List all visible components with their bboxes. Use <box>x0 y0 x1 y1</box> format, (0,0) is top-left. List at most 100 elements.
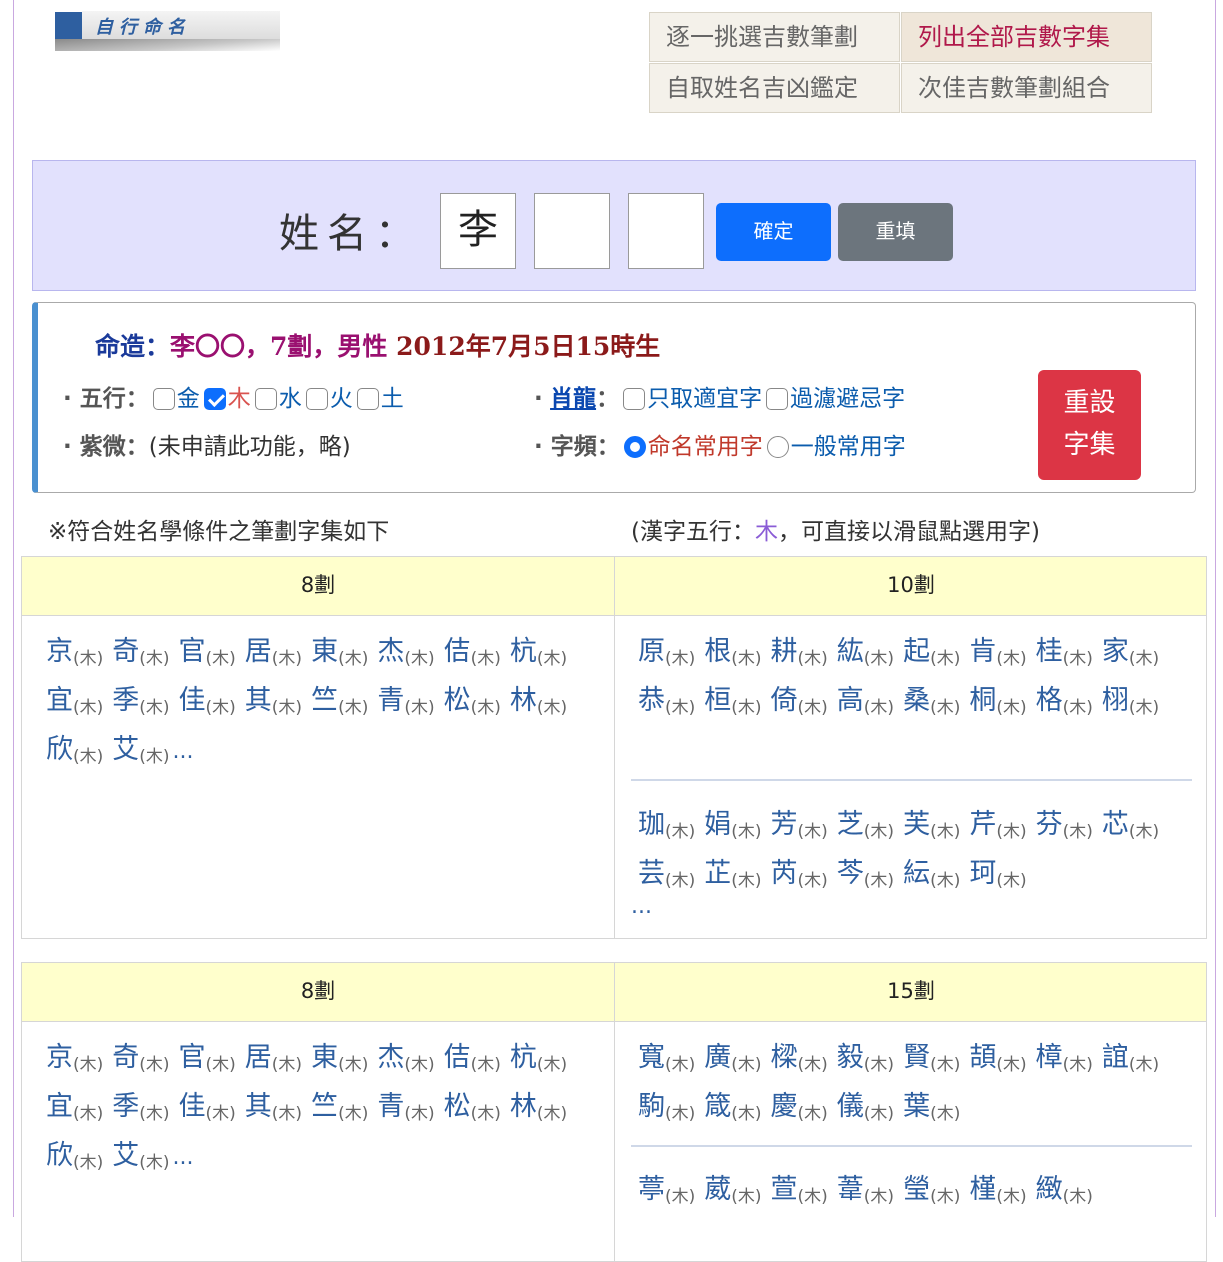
refill-button[interactable]: 重填 <box>838 203 953 261</box>
char-option[interactable]: 誼(木) <box>1102 1037 1159 1086</box>
char-option[interactable]: 京(木) <box>46 631 103 680</box>
char-option[interactable]: 紘(木) <box>837 631 894 680</box>
confirm-button[interactable]: 確定 <box>716 203 831 261</box>
char-option[interactable]: 桐(木) <box>969 680 1026 729</box>
frequency-general-label[interactable]: 一般常用字 <box>791 434 906 460</box>
char-option[interactable]: 林(木) <box>510 680 567 729</box>
char-option[interactable]: 耕(木) <box>771 631 828 680</box>
char-option[interactable]: 松(木) <box>444 1086 501 1135</box>
char-option[interactable]: 季(木) <box>112 1086 169 1135</box>
char-option[interactable]: 根(木) <box>704 631 761 680</box>
char-option[interactable]: 萱(木) <box>771 1169 828 1218</box>
char-option[interactable]: 肯(木) <box>969 631 1026 680</box>
char-option[interactable]: 珈(木) <box>638 804 695 853</box>
char-option[interactable]: 佳(木) <box>179 680 236 729</box>
char-option[interactable]: 林(木) <box>510 1086 567 1135</box>
char-option[interactable]: 槿(木) <box>969 1169 1026 1218</box>
char-option[interactable]: 樟(木) <box>1036 1037 1093 1086</box>
char-option[interactable]: 廣(木) <box>704 1037 761 1086</box>
wuxing-earth-label[interactable]: 土 <box>381 386 404 412</box>
wuxing-water-checkbox[interactable] <box>254 388 277 410</box>
char-option[interactable]: 杰(木) <box>377 1037 434 1086</box>
char-option[interactable]: 葶(木) <box>638 1169 695 1218</box>
char-option[interactable]: 緻(木) <box>1036 1169 1093 1218</box>
wuxing-wood-checkbox[interactable] <box>203 388 226 410</box>
char-option[interactable]: 杰(木) <box>377 631 434 680</box>
char-option[interactable]: 箴(木) <box>704 1086 761 1135</box>
char-option[interactable]: 宜(木) <box>46 1086 103 1135</box>
char-option[interactable]: 欣(木) <box>46 1135 103 1184</box>
tab-name-evaluation[interactable]: 自取姓名吉凶鑑定 <box>649 63 900 113</box>
wuxing-wood-label[interactable]: 木 <box>228 386 251 412</box>
char-option[interactable]: 佶(木) <box>444 631 501 680</box>
char-option[interactable]: 東(木) <box>311 1037 368 1086</box>
wuxing-metal-label[interactable]: 金 <box>177 386 200 412</box>
char-option[interactable]: 格(木) <box>1036 680 1093 729</box>
char-option[interactable]: 頡(木) <box>969 1037 1026 1086</box>
char-option[interactable]: 竺(木) <box>311 680 368 729</box>
char-option[interactable]: 松(木) <box>444 680 501 729</box>
char-option[interactable]: 杭(木) <box>510 1037 567 1086</box>
frequency-naming-label[interactable]: 命名常用字 <box>648 434 763 460</box>
char-option[interactable]: 起(木) <box>903 631 960 680</box>
more-link[interactable]: ... <box>173 739 194 764</box>
wuxing-fire-label[interactable]: 火 <box>330 386 353 412</box>
char-option[interactable]: 芯(木) <box>1102 804 1159 853</box>
char-option[interactable]: 芷(木) <box>704 853 761 902</box>
frequency-general-radio[interactable] <box>766 436 789 458</box>
char-option[interactable]: 栩(木) <box>1102 680 1159 729</box>
site-logo[interactable]: 自行命名 <box>55 11 280 51</box>
char-option[interactable]: 艾(木) <box>112 1135 169 1184</box>
given-name-1-input[interactable] <box>534 193 610 269</box>
char-option[interactable]: 艾(木) <box>112 729 169 778</box>
char-option[interactable]: 芙(木) <box>903 804 960 853</box>
zodiac-suitable-checkbox[interactable] <box>623 388 646 410</box>
char-option[interactable]: 桓(木) <box>704 680 761 729</box>
char-option[interactable]: 季(木) <box>112 680 169 729</box>
char-option[interactable]: 倚(木) <box>771 680 828 729</box>
char-option[interactable]: 青(木) <box>377 680 434 729</box>
char-option[interactable]: 毅(木) <box>837 1037 894 1086</box>
char-option[interactable]: 原(木) <box>638 631 695 680</box>
char-option[interactable]: 樑(木) <box>771 1037 828 1086</box>
char-option[interactable]: 儀(木) <box>837 1086 894 1135</box>
char-option[interactable]: 其(木) <box>245 1086 302 1135</box>
char-option[interactable]: 賢(木) <box>903 1037 960 1086</box>
zodiac-filter-label[interactable]: 過濾避忌字 <box>790 386 905 412</box>
char-option[interactable]: 佳(木) <box>179 1086 236 1135</box>
char-option[interactable]: 恭(木) <box>638 680 695 729</box>
char-option[interactable]: 奇(木) <box>112 631 169 680</box>
char-option[interactable]: 葦(木) <box>837 1169 894 1218</box>
char-option[interactable]: 居(木) <box>245 631 302 680</box>
char-option[interactable]: 瑩(木) <box>903 1169 960 1218</box>
zodiac-suitable-label[interactable]: 只取適宜字 <box>647 386 762 412</box>
char-option[interactable]: 東(木) <box>311 631 368 680</box>
char-option[interactable]: 葉(木) <box>903 1086 960 1135</box>
char-option[interactable]: 慶(木) <box>771 1086 828 1135</box>
char-option[interactable]: 紜(木) <box>903 853 960 902</box>
given-name-2-input[interactable] <box>628 193 704 269</box>
wuxing-water-label[interactable]: 水 <box>279 386 302 412</box>
reset-charset-button[interactable]: 重設 字集 <box>1038 370 1141 480</box>
char-option[interactable]: 官(木) <box>179 631 236 680</box>
char-option[interactable]: 珂(木) <box>969 853 1026 902</box>
char-option[interactable]: 芹(木) <box>969 804 1026 853</box>
char-option[interactable]: 葳(木) <box>704 1169 761 1218</box>
zodiac-link[interactable]: 肖龍 <box>550 386 596 412</box>
char-option[interactable]: 駒(木) <box>638 1086 695 1135</box>
char-option[interactable]: 寬(木) <box>638 1037 695 1086</box>
char-option[interactable]: 宜(木) <box>46 680 103 729</box>
char-option[interactable]: 芩(木) <box>837 853 894 902</box>
tab-secondary-combos[interactable]: 次佳吉數筆劃組合 <box>901 63 1152 113</box>
more-link[interactable]: ... <box>173 1145 194 1170</box>
tab-pick-strokes[interactable]: 逐一挑選吉數筆劃 <box>649 12 900 62</box>
char-option[interactable]: 桂(木) <box>1036 631 1093 680</box>
char-option[interactable]: 欣(木) <box>46 729 103 778</box>
char-option[interactable]: 高(木) <box>837 680 894 729</box>
zodiac-filter-checkbox[interactable] <box>766 388 789 410</box>
surname-input[interactable]: 李 <box>440 193 516 269</box>
wuxing-earth-checkbox[interactable] <box>356 388 379 410</box>
wuxing-fire-checkbox[interactable] <box>305 388 328 410</box>
tab-list-all-charsets[interactable]: 列出全部吉數字集 <box>901 12 1152 62</box>
char-option[interactable]: 佶(木) <box>444 1037 501 1086</box>
